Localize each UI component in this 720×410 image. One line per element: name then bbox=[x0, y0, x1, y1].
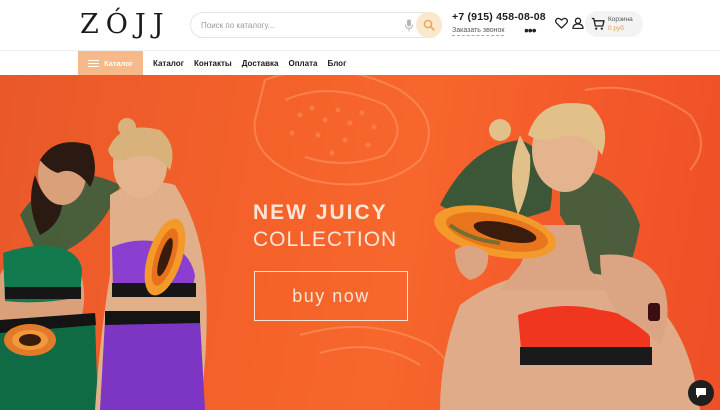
brand-logo[interactable]: ZÓJJ bbox=[80, 9, 171, 40]
buy-now-button[interactable]: buy now bbox=[254, 271, 408, 321]
search-input[interactable] bbox=[201, 13, 401, 37]
cart-button[interactable]: Корзина 0 руб bbox=[585, 11, 643, 37]
chat-button[interactable] bbox=[688, 380, 714, 406]
hero-title-line2: COLLECTION bbox=[253, 228, 398, 251]
site-header: ZÓJJ +7 (915) 458-08-08 Заказать звонок … bbox=[0, 0, 720, 50]
favorites-button[interactable] bbox=[554, 16, 568, 30]
callback-link[interactable]: Заказать звонок bbox=[452, 26, 505, 36]
nav-link-delivery[interactable]: Доставка bbox=[242, 59, 279, 68]
nav-links: Каталог Контакты Доставка Оплата Блог bbox=[153, 51, 356, 76]
cart-label: Корзина bbox=[608, 16, 633, 23]
main-navigation: Каталог Каталог Контакты Доставка Оплата… bbox=[0, 50, 720, 76]
cart-icon bbox=[591, 17, 605, 30]
heart-icon bbox=[554, 17, 568, 29]
account-button[interactable] bbox=[571, 16, 585, 30]
catalog-menu-label: Каталог bbox=[104, 59, 134, 68]
user-icon bbox=[572, 17, 584, 29]
nav-link-payment[interactable]: Оплата bbox=[289, 59, 318, 68]
microphone-icon[interactable] bbox=[404, 19, 414, 32]
more-menu-button[interactable]: ••• bbox=[524, 23, 537, 37]
search-button[interactable] bbox=[416, 12, 442, 38]
search-icon bbox=[423, 19, 435, 31]
search-bar bbox=[190, 12, 442, 38]
nav-link-blog[interactable]: Блог bbox=[327, 59, 346, 68]
hamburger-icon bbox=[88, 59, 99, 68]
hero-banner[interactable]: NEW JUICY COLLECTION buy now bbox=[0, 75, 720, 410]
nav-link-catalog[interactable]: Каталог bbox=[153, 59, 184, 68]
cart-total: 0 руб bbox=[608, 25, 625, 32]
chat-icon bbox=[696, 388, 706, 398]
catalog-menu-button[interactable]: Каталог bbox=[78, 51, 143, 76]
nav-link-contacts[interactable]: Контакты bbox=[194, 59, 232, 68]
buy-now-label: buy now bbox=[292, 285, 370, 306]
hero-title-line1: NEW JUICY bbox=[253, 201, 388, 224]
